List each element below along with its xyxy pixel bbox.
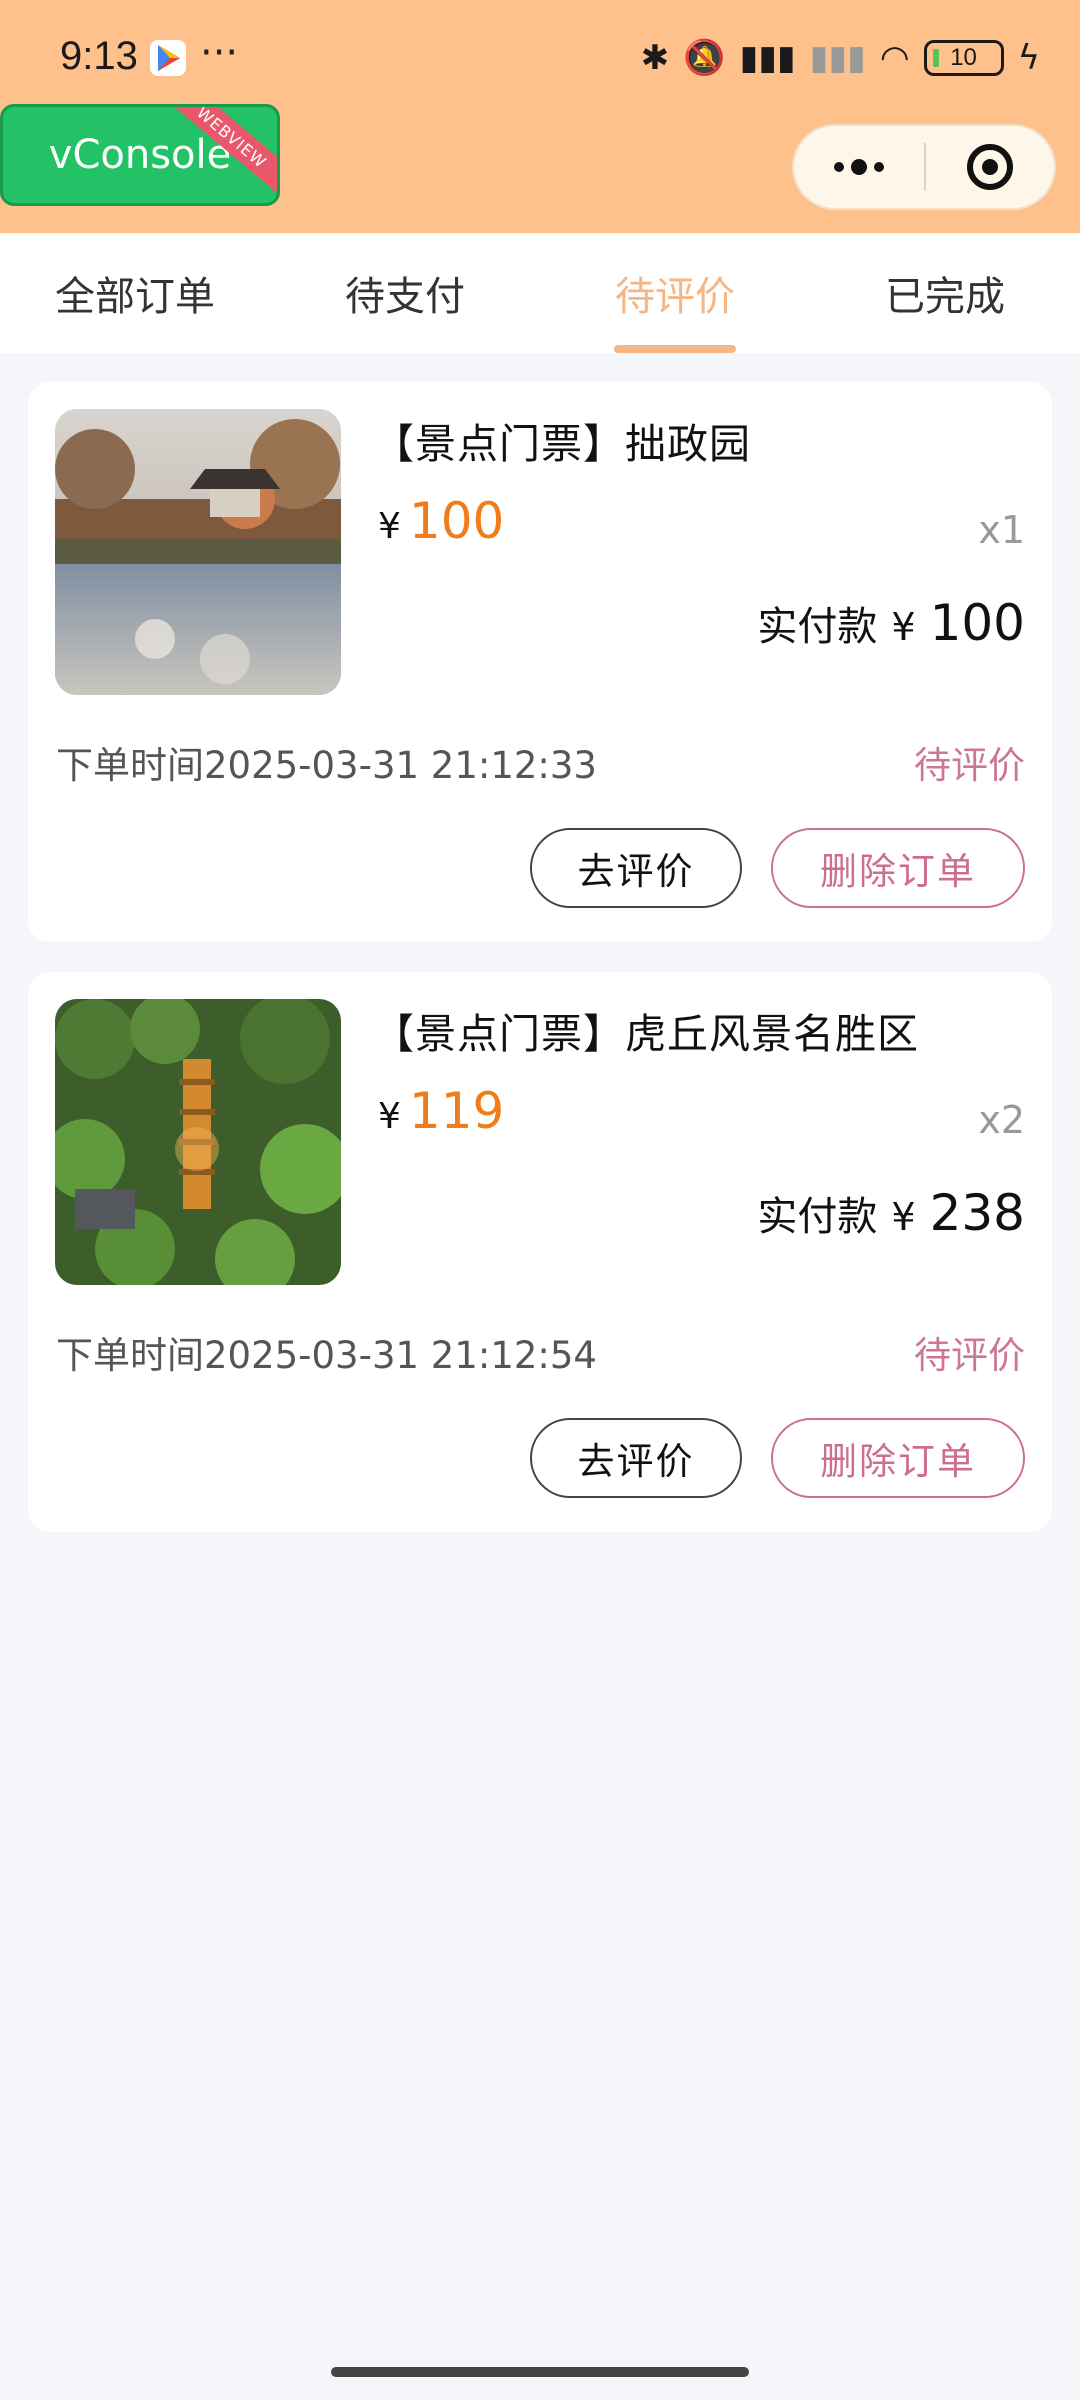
order-status: 待评价 xyxy=(914,1334,1025,1377)
unit-price: ¥ 100 xyxy=(378,492,504,550)
order-list: 【景点门票】拙政园 ¥ 100 x1 实付款 ¥ 100 下单时间2025-03… xyxy=(28,382,1052,1562)
paid-value: 100 xyxy=(929,594,1025,652)
paid-amount: 实付款 ¥ 238 xyxy=(757,1184,1025,1242)
product-title[interactable]: 【景点门票】虎丘风景名胜区 xyxy=(373,1000,919,1060)
product-title[interactable]: 【景点门票】拙政园 xyxy=(373,410,751,470)
signal-weak-icon: ▮▮▮ xyxy=(809,38,866,78)
order-status: 待评价 xyxy=(914,744,1025,787)
review-button[interactable]: 去评价 xyxy=(530,828,742,908)
order-time: 下单时间2025-03-31 21:12:33 xyxy=(56,744,597,787)
currency-symbol: ¥ xyxy=(378,506,401,547)
status-bar: 9:13 ··· ✱ 🔕 ▮▮▮ ▮▮▮ ◠ 10 ϟ xyxy=(0,0,1080,110)
delete-order-button[interactable]: 删除订单 xyxy=(771,828,1025,908)
vconsole-label: vConsole xyxy=(48,132,232,178)
bluetooth-icon: ✱ xyxy=(640,38,670,78)
product-image[interactable] xyxy=(55,999,341,1285)
paid-value: 238 xyxy=(929,1184,1025,1242)
tab-completed[interactable]: 已完成 xyxy=(810,233,1080,353)
quantity: x1 xyxy=(978,508,1025,552)
order-card: 【景点门票】拙政园 ¥ 100 x1 实付款 ¥ 100 下单时间2025-03… xyxy=(28,382,1052,942)
charging-icon: ϟ xyxy=(1017,38,1040,78)
order-time: 下单时间2025-03-31 21:12:54 xyxy=(56,1334,597,1377)
currency-symbol: ¥ xyxy=(891,605,916,649)
wifi-icon: ◠ xyxy=(879,38,910,78)
currency-symbol: ¥ xyxy=(891,1195,916,1239)
product-image[interactable] xyxy=(55,409,341,695)
target-icon xyxy=(967,144,1013,190)
unit-price: ¥ 119 xyxy=(378,1082,504,1140)
status-time: 9:13 xyxy=(60,34,138,78)
order-tabs: 全部订单 待支付 待评价 已完成 xyxy=(0,233,1080,353)
tab-pending-review[interactable]: 待评价 xyxy=(540,233,810,353)
currency-symbol: ¥ xyxy=(378,1096,401,1137)
vconsole-button[interactable]: vConsole WEBVIEW xyxy=(0,104,280,206)
mute-icon: 🔕 xyxy=(683,38,726,78)
order-card: 【景点门票】虎丘风景名胜区 ¥ 119 x2 实付款 ¥ 238 下单时间202… xyxy=(28,972,1052,1532)
tab-all-orders[interactable]: 全部订单 xyxy=(0,233,270,353)
close-miniprogram-button[interactable] xyxy=(926,144,1054,190)
battery-icon: 10 xyxy=(923,40,1004,76)
review-button[interactable]: 去评价 xyxy=(530,1418,742,1498)
play-store-icon xyxy=(150,40,186,76)
quantity: x2 xyxy=(978,1098,1025,1142)
home-indicator[interactable] xyxy=(331,2367,749,2377)
more-dots-icon[interactable] xyxy=(794,126,924,208)
delete-order-button[interactable]: 删除订单 xyxy=(771,1418,1025,1498)
header: 9:13 ··· ✱ 🔕 ▮▮▮ ▮▮▮ ◠ 10 ϟ vConsole WEB… xyxy=(0,0,1080,233)
paid-label: 实付款 xyxy=(757,604,878,650)
signal-icon: ▮▮▮ xyxy=(739,38,796,78)
more-notifications-icon: ··· xyxy=(200,30,239,76)
miniprogram-capsule xyxy=(792,124,1056,210)
price-value: 119 xyxy=(408,1082,505,1140)
status-icons: ✱ 🔕 ▮▮▮ ▮▮▮ ◠ 10 ϟ xyxy=(641,34,1040,82)
price-value: 100 xyxy=(408,492,505,550)
paid-label: 实付款 xyxy=(757,1194,878,1240)
battery-level: 10 xyxy=(950,44,977,71)
paid-amount: 实付款 ¥ 100 xyxy=(757,594,1025,652)
tab-pending-payment[interactable]: 待支付 xyxy=(270,233,540,353)
